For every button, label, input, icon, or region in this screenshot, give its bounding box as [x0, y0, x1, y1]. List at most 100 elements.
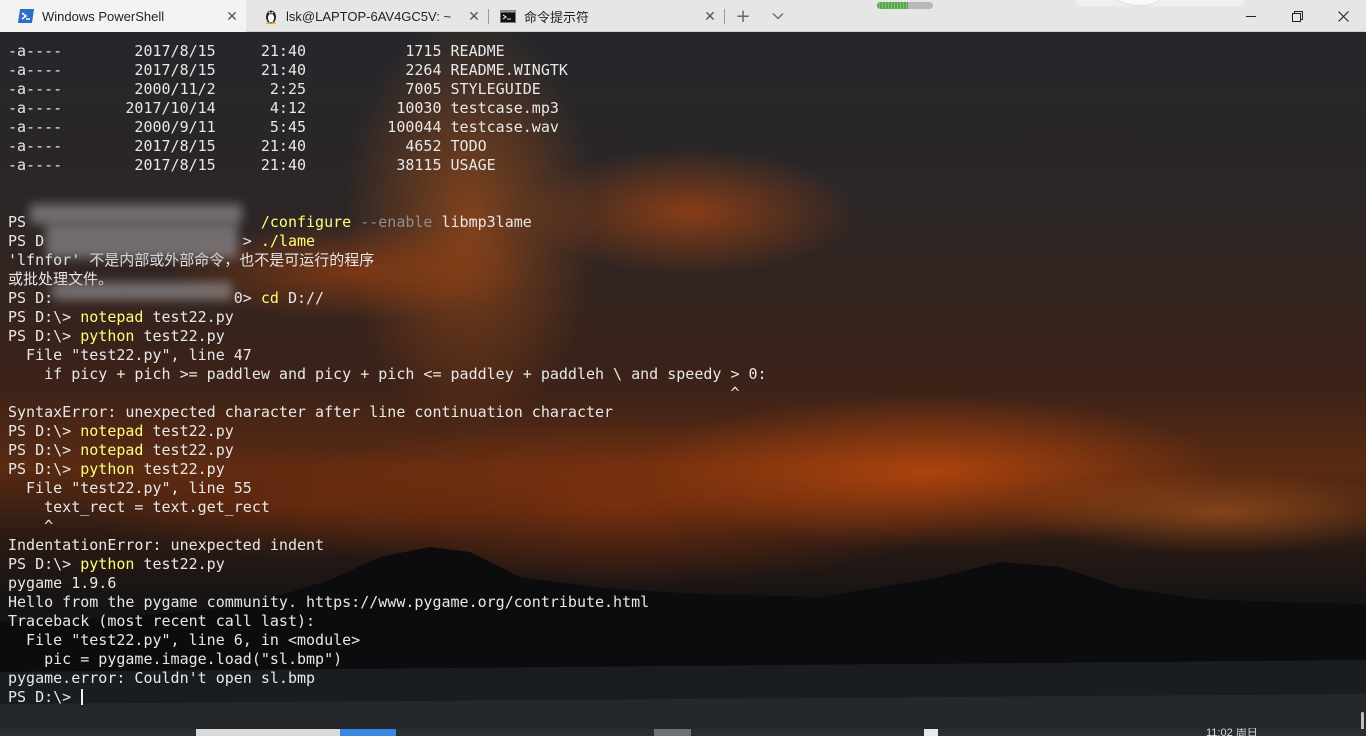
minimize-icon: [1246, 16, 1256, 17]
terminal-line: -a---- 2017/8/15 21:40 2264 README.WINGT…: [8, 61, 767, 80]
output-text: pic = pygame.image.load("sl.bmp"): [8, 650, 343, 668]
minimize-button[interactable]: [1228, 0, 1274, 32]
terminal-line: Hello from the pygame community. https:/…: [8, 593, 767, 612]
command-token: /configure: [260, 213, 352, 231]
command-token: cd: [260, 289, 279, 307]
output-text: File "test22.py", line 6, in <module>: [8, 631, 361, 649]
parameter-token: --enable: [360, 213, 433, 231]
terminal-line: -a---- 2000/11/2 2:25 7005 STYLEGUIDE: [8, 80, 767, 99]
command-token: ./lame: [260, 232, 316, 250]
output-text: -a---- 2017/8/15 21:40 38115 USAGE: [8, 156, 496, 174]
tab-ubuntu[interactable]: lsk@LAPTOP-6AV4GC5V: ~ ✕: [246, 0, 488, 32]
terminal-line: IndentationError: unexpected indent: [8, 536, 767, 555]
output-text: PS D:\>: [8, 308, 81, 326]
tab-divider: [724, 9, 725, 24]
output-text: File "test22.py", line 47: [8, 346, 252, 364]
terminal-line: PS D:\> notepad test22.py: [8, 441, 767, 460]
terminal-line: PS D:\> python test22.py: [8, 460, 767, 479]
overlay-pill: [1075, 0, 1245, 6]
output-text: SyntaxError: unexpected character after …: [8, 403, 614, 421]
command-token: notepad: [80, 422, 144, 440]
terminal-line: -a---- 2017/8/15 21:40 38115 USAGE: [8, 156, 767, 175]
terminal-line: ^: [8, 517, 767, 536]
close-tab-icon[interactable]: ✕: [466, 8, 482, 24]
taskbar-item[interactable]: [196, 729, 340, 736]
terminal-line: File "test22.py", line 55: [8, 479, 767, 498]
terminal-line: -a---- 2017/8/15 21:40 4652 TODO: [8, 137, 767, 156]
terminal-line: -a---- 2017/8/15 21:40 1715 README: [8, 42, 767, 61]
terminal-line: ^: [8, 384, 767, 403]
terminal-line: PS D:\> python test22.py: [8, 327, 767, 346]
tab-dropdown-button[interactable]: [769, 7, 787, 25]
output-text: -a---- 2017/8/15 21:40 2264 README.WINGT…: [8, 61, 568, 79]
output-text: test22.py: [134, 460, 225, 478]
output-text: PS D:\>: [8, 688, 81, 706]
output-text: D://: [278, 289, 325, 307]
close-window-button[interactable]: [1320, 0, 1366, 32]
text-cursor: [81, 689, 84, 705]
redaction-blur: [30, 204, 242, 224]
output-text: -a---- 2000/11/2 2:25 7005 STYLEGUIDE: [8, 80, 541, 98]
output-text: pygame 1.9.6: [8, 574, 117, 592]
taskbar-item[interactable]: [654, 729, 691, 736]
command-token: python: [80, 460, 135, 478]
output-text: PS D:\>: [8, 460, 81, 478]
powershell-icon: [18, 9, 34, 23]
new-tab-button[interactable]: +: [734, 6, 752, 27]
terminal-line: if picy + pich >= paddlew and picy + pic…: [8, 365, 767, 384]
terminal-line: PS D:\> python test22.py: [8, 555, 767, 574]
terminal-line: pygame 1.9.6: [8, 574, 767, 593]
output-text: -a---- 2017/10/14 4:12 10030 testcase.mp…: [8, 99, 559, 117]
terminal-line: File "test22.py", line 6, in <module>: [8, 631, 767, 650]
terminal-line: PS D:\> notepad test22.py: [8, 422, 767, 441]
redaction-blur: [52, 282, 232, 300]
terminal-line: pic = pygame.image.load("sl.bmp"): [8, 650, 767, 669]
output-text: PS D:\>: [8, 327, 81, 345]
command-token: python: [80, 555, 135, 573]
tab-powershell[interactable]: Windows PowerShell ✕: [0, 0, 246, 32]
progress-indicator: [877, 2, 933, 9]
output-text: test22.py: [134, 327, 225, 345]
close-icon: [1337, 10, 1349, 22]
restore-button[interactable]: [1274, 0, 1320, 32]
output-text: test22.py: [143, 422, 234, 440]
output-text: if picy + pich >= paddlew and picy + pic…: [8, 365, 767, 383]
terminal-line: PS D:\> notepad test22.py: [8, 308, 767, 327]
close-tab-icon[interactable]: ✕: [702, 8, 718, 24]
tab-bar: Windows PowerShell ✕ lsk@LAPTOP-6AV4GC5V…: [0, 0, 1366, 32]
linux-penguin-icon: [264, 8, 278, 24]
output-text: PS D:\>: [8, 441, 81, 459]
redaction-blur: [46, 224, 238, 258]
taskbar-item-active[interactable]: [340, 729, 396, 736]
output-text: IndentationError: unexpected indent: [8, 536, 325, 554]
output-text: File "test22.py", line 55: [8, 479, 252, 497]
tab-title: Windows PowerShell: [42, 8, 165, 24]
taskbar-tray-icon[interactable]: [924, 729, 938, 736]
terminal-line: -a---- 2000/9/11 5:45 100044 testcase.wa…: [8, 118, 767, 137]
tab-cmd[interactable]: 命令提示符 ✕: [482, 0, 724, 32]
tab-title: 命令提示符: [524, 9, 590, 25]
terminal-line: SyntaxError: unexpected character after …: [8, 403, 767, 422]
output-text: -a---- 2000/9/11 5:45 100044 testcase.wa…: [8, 118, 559, 136]
command-token: python: [80, 327, 135, 345]
output-text: -a---- 2017/8/15 21:40 1715 README: [8, 42, 505, 60]
output-text: Traceback (most recent call last):: [8, 612, 316, 630]
close-tab-icon[interactable]: ✕: [224, 8, 240, 24]
terminal-line: Traceback (most recent call last):: [8, 612, 767, 631]
output-text: text_rect = text.get_rect: [8, 498, 270, 516]
output-text: test22.py: [134, 555, 225, 573]
terminal-line: text_rect = text.get_rect: [8, 498, 767, 517]
terminal-line: File "test22.py", line 47: [8, 346, 767, 365]
chevron-down-icon: [772, 13, 784, 20]
output-text: pygame.error: Couldn't open sl.bmp: [8, 669, 316, 687]
command-token: notepad: [80, 308, 144, 326]
command-token: notepad: [80, 441, 144, 459]
tab-title: lsk@LAPTOP-6AV4GC5V: ~: [286, 8, 452, 24]
output-text: ^: [8, 384, 740, 402]
output-text: test22.py: [143, 308, 234, 326]
progress-fill: [877, 2, 908, 9]
taskbar: [0, 729, 1366, 736]
terminal-pane[interactable]: -a---- 2017/8/15 21:40 1715 README -a----…: [0, 32, 1366, 736]
